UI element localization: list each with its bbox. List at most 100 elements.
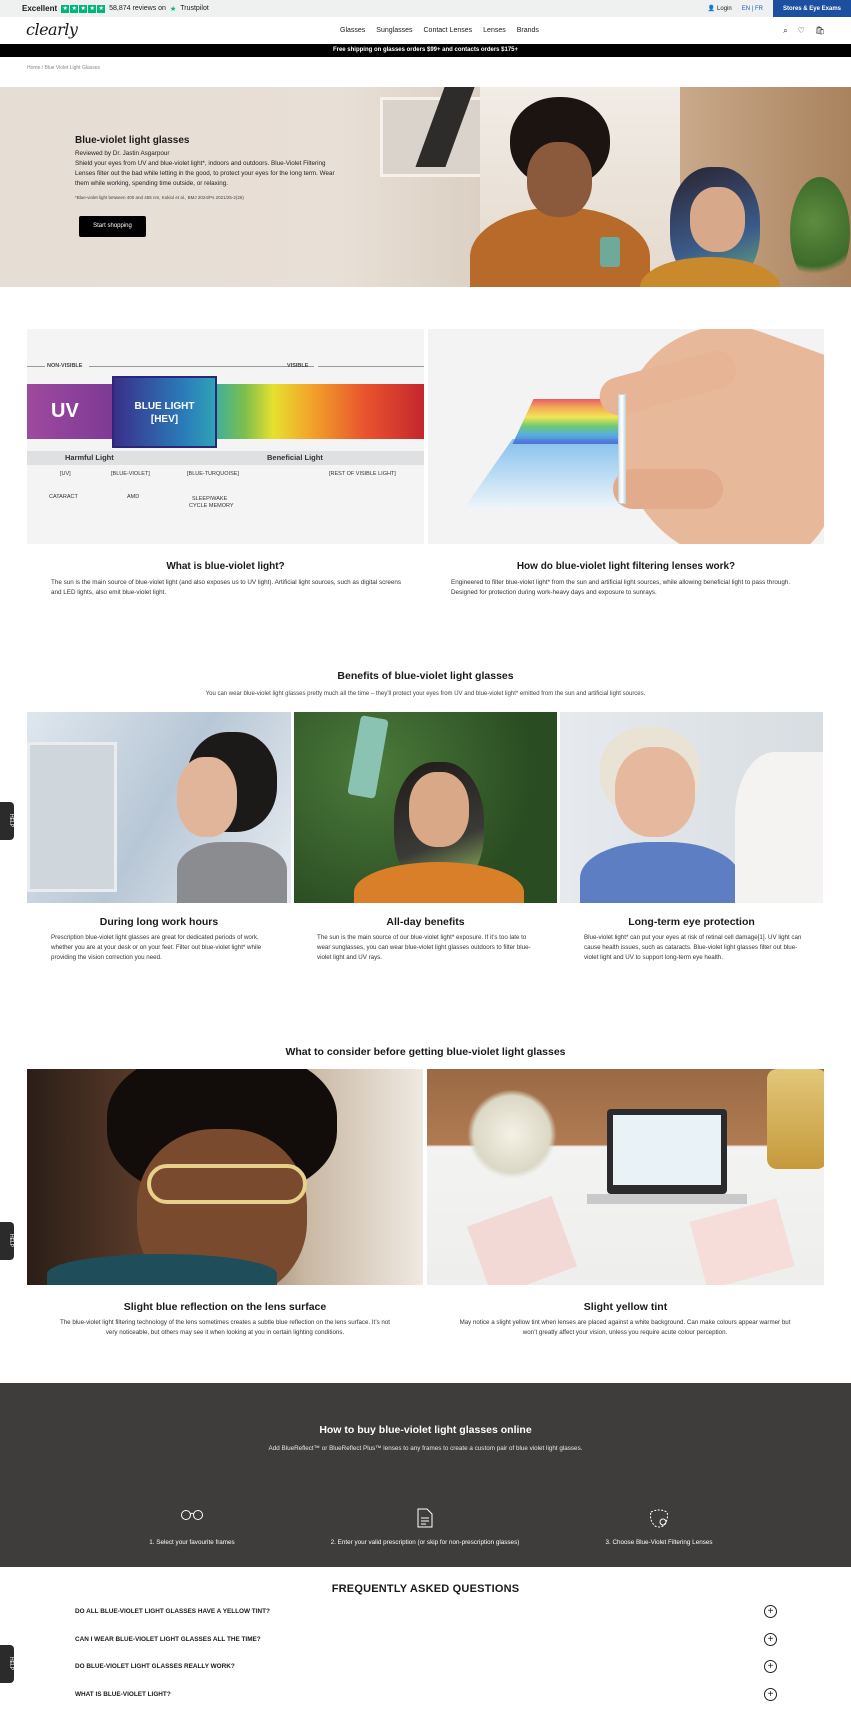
info-title-what: What is blue-violet light? <box>166 561 285 572</box>
light-spectrum-diagram: NON-VISIBLE VISIBLE UV BLUE LIGHT [HEV] … <box>27 329 424 544</box>
person-face <box>177 757 237 837</box>
uv-block: UV <box>27 384 112 439</box>
non-visible-label: NON-VISIBLE <box>47 363 83 369</box>
benefit-title-work: During long work hours <box>99 916 219 928</box>
faq-title: FREQUENTLY ASKED QUESTIONS <box>331 1583 520 1595</box>
faq-question: DO BLUE-VIOLET LIGHT GLASSES REALLY WORK… <box>75 1662 235 1670</box>
laptop <box>607 1109 727 1194</box>
plus-icon[interactable]: + <box>764 1632 777 1646</box>
info-text-what: The sun is the main source of blue-viole… <box>51 579 401 596</box>
lang-fr[interactable]: FR <box>755 6 763 12</box>
document-icon <box>325 1508 525 1530</box>
faq-item[interactable]: CAN I WEAR BLUE-VIOLET LIGHT GLASSES ALL… <box>75 1629 777 1649</box>
effect-sleep-wake: SLEEP/WAKE <box>192 496 228 502</box>
step-select-frames: 1. Select your favourite frames <box>92 1508 292 1548</box>
person-body <box>354 862 524 903</box>
star-icon: ★ <box>61 4 70 13</box>
laptop-screen <box>613 1115 721 1185</box>
trustpilot-label: Excellent <box>22 4 58 13</box>
promo-banner[interactable]: Free shipping on glasses orders $99+ and… <box>0 44 851 57</box>
hero-plant <box>790 177 850 287</box>
effect-cycle-memory: CYCLE MEMORY <box>189 503 234 509</box>
language-switch: EN | FR <box>742 6 763 12</box>
monitor <box>27 742 117 892</box>
consider-title-reflection: Slight blue reflection on the lens surfa… <box>123 1301 327 1313</box>
login-label: Login <box>717 6 732 12</box>
hero-text: Blue-violet light glasses Reviewed by Dr… <box>75 135 345 200</box>
faq-question: WHAT IS BLUE-VIOLET LIGHT? <box>75 1690 171 1698</box>
how-to-buy-title: How to buy blue-violet light glasses onl… <box>319 1424 532 1436</box>
planner <box>689 1198 795 1285</box>
header-icons: ⌕ ♡ 🛍 <box>783 26 825 36</box>
lamp <box>767 1069 824 1169</box>
nav-contact-lenses[interactable]: Contact Lenses <box>424 27 473 34</box>
plus-icon[interactable]: + <box>764 1604 777 1618</box>
main-nav: Glasses Sunglasses Contact Lenses Lenses… <box>340 27 539 34</box>
band-blue-turquoise: [BLUE-TURQUOISE] <box>187 471 239 477</box>
trustpilot-star-icon: ★ <box>169 5 177 13</box>
stores-button[interactable]: Stores & Eye Exams <box>772 0 851 17</box>
benefit-image-outdoors <box>294 712 557 903</box>
trustpilot-rating[interactable]: Excellent ★ ★ ★ ★ ★ 58,874 reviews on ★ … <box>22 4 209 13</box>
plus-icon[interactable]: + <box>764 1687 777 1701</box>
glasses-icon <box>92 1508 292 1530</box>
help-side-tab[interactable]: HELP <box>0 802 14 840</box>
consider-text-reflection: The blue-violet light filtering technolo… <box>59 1319 391 1336</box>
person-face <box>615 747 695 837</box>
consider-image-yellow-tint <box>427 1069 824 1285</box>
divider-line <box>89 366 314 367</box>
person-face <box>409 772 469 847</box>
user-icon: 👤 <box>707 6 716 12</box>
nav-glasses[interactable]: Glasses <box>340 27 365 34</box>
consider-text-yellow: May notice a slight yellow tint when len… <box>459 1319 791 1336</box>
benefit-image-eye-exam <box>560 712 823 903</box>
help-side-tab[interactable]: HELP <box>0 1222 14 1260</box>
trustpilot-name: Trustpilot <box>180 5 209 12</box>
faq-item[interactable]: WHAT IS BLUE-VIOLET LIGHT? + <box>75 1684 777 1704</box>
logo[interactable]: clearly <box>26 20 78 39</box>
phone <box>347 715 389 799</box>
benefit-title-long-term: Long-term eye protection <box>628 916 755 928</box>
band-rest-visible: [REST OF VISIBLE LIGHT] <box>329 471 396 477</box>
hero-person-face <box>527 142 592 217</box>
band-uv: [UV] <box>60 471 71 477</box>
start-shopping-button[interactable]: Start shopping <box>79 216 146 237</box>
hero-reviewed-by: Reviewed by Dr. Jastin Asgarpour <box>75 150 170 157</box>
benefit-text-all-day: The sun is the main source of our blue-v… <box>317 934 531 961</box>
lang-en[interactable]: EN <box>742 6 750 12</box>
benefit-title-all-day: All-day benefits <box>386 916 465 928</box>
doctor-coat <box>735 752 823 903</box>
info-text-how: Engineered to filter blue-violet light* … <box>451 579 791 596</box>
consider-image-reflection <box>27 1069 423 1285</box>
star-icon: ★ <box>70 4 79 13</box>
cart-icon[interactable]: 🛍 <box>815 26 825 36</box>
visible-label: VISIBLE <box>287 363 309 369</box>
benefits-title: Benefits of blue-violet light glasses <box>337 670 514 682</box>
lens-icon <box>559 1508 759 1530</box>
review-count: 58,874 reviews on <box>109 5 166 12</box>
nav-lenses[interactable]: Lenses <box>483 27 506 34</box>
login-link[interactable]: 👤 Login <box>708 5 732 12</box>
lens-filter-image <box>428 329 824 544</box>
heart-icon[interactable]: ♡ <box>798 26 805 36</box>
breadcrumb[interactable]: Home / Blue Violet Light Glasses <box>27 65 100 71</box>
hero-person2-face <box>690 187 745 252</box>
nav-brands[interactable]: Brands <box>517 27 539 34</box>
faq-item[interactable]: DO BLUE-VIOLET LIGHT GLASSES REALLY WORK… <box>75 1656 777 1676</box>
plus-icon[interactable]: + <box>764 1659 777 1673</box>
step-text: 2. Enter your valid prescription (or ski… <box>330 1539 520 1546</box>
nav-sunglasses[interactable]: Sunglasses <box>376 27 412 34</box>
help-side-tab[interactable]: HELP <box>0 1645 14 1683</box>
star-icon: ★ <box>88 4 97 13</box>
blue-light-block: BLUE LIGHT [HEV] <box>112 376 217 448</box>
benefit-text-work: Prescription blue-violet light glasses a… <box>51 934 262 961</box>
step-choose-lenses: 3. Choose Blue-Violet Filtering Lenses <box>559 1508 759 1548</box>
hero-footnote: *Blue-violet light between 400 and 455 n… <box>75 195 244 200</box>
faq-item[interactable]: DO ALL BLUE-VIOLET LIGHT GLASSES HAVE A … <box>75 1601 777 1621</box>
notebook <box>466 1195 578 1285</box>
search-icon[interactable]: ⌕ <box>783 26 787 36</box>
thumb <box>613 469 723 509</box>
harmful-beneficial-row: Harmful Light Beneficial Light <box>27 451 424 465</box>
step-text: 1. Select your favourite frames <box>149 1539 235 1546</box>
lens-sample <box>618 394 626 504</box>
